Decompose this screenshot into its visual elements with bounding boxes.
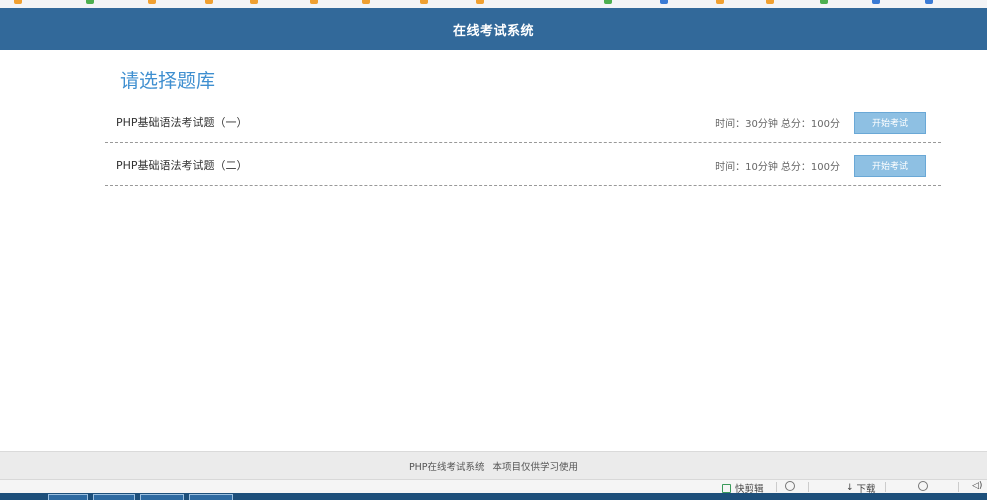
bookmark-icon — [820, 0, 828, 4]
os-taskbar — [0, 493, 987, 500]
bookmark-icon — [86, 0, 94, 4]
download-icon: ↓ — [846, 483, 854, 493]
bookmark-icon — [660, 0, 668, 4]
app-title: 在线考试系统 — [452, 23, 534, 39]
exam-meta: 时间：30分钟 总分：100分 — [712, 115, 840, 130]
bookmark-icon — [925, 0, 933, 4]
exam-row: PHP基础语法考试题（二） 时间：10分钟 总分：100分 开始考试 — [105, 145, 941, 186]
exam-list: PHP基础语法考试题（一） 时间：30分钟 总分：100分 开始考试 PHP基础语… — [105, 102, 941, 186]
bookmark-item[interactable] — [420, 0, 430, 7]
start-exam-button[interactable]: 开始考试 — [854, 155, 926, 177]
bookmark-item[interactable] — [205, 0, 215, 7]
bookmarks-bar — [0, 0, 987, 8]
bookmark-item[interactable] — [872, 0, 882, 7]
bookmark-item[interactable] — [362, 0, 372, 7]
exam-time: 时间：30分钟 — [715, 118, 778, 130]
taskbar-item[interactable] — [189, 494, 233, 500]
status-icon-button[interactable] — [785, 481, 795, 491]
bookmark-icon — [420, 0, 428, 4]
bookmark-item[interactable] — [766, 0, 776, 7]
volume-button[interactable]: ◁) — [972, 481, 982, 491]
bookmark-icon — [14, 0, 22, 4]
exam-name: PHP基础语法考试题（一） — [116, 116, 248, 129]
page-footer: PHP在线考试系统 本项目仅供学习使用 — [0, 451, 987, 480]
bookmark-item[interactable] — [310, 0, 320, 7]
bookmark-item[interactable] — [716, 0, 726, 7]
divider — [808, 482, 809, 492]
exam-score: 总分：100分 — [780, 161, 840, 173]
bookmark-item[interactable] — [14, 0, 24, 7]
status-icon-button[interactable] — [918, 481, 928, 491]
footer-site-name: PHP在线考试系统 — [408, 462, 485, 473]
divider — [958, 482, 959, 492]
bookmark-icon — [310, 0, 318, 4]
browser-statusbar: 快剪辑 ↓ 下载 ◁) — [0, 479, 987, 495]
bookmark-icon — [362, 0, 370, 4]
bookmark-icon — [604, 0, 612, 4]
exam-meta: 时间：10分钟 总分：100分 — [712, 158, 840, 173]
start-exam-button[interactable]: 开始考试 — [854, 112, 926, 134]
refresh-icon — [918, 481, 928, 491]
exam-score: 总分：100分 — [780, 118, 840, 130]
bookmark-item[interactable] — [925, 0, 935, 7]
snip-icon — [722, 483, 731, 493]
taskbar-item[interactable] — [93, 494, 135, 500]
divider — [885, 482, 886, 492]
exam-row: PHP基础语法考试题（一） 时间：30分钟 总分：100分 开始考试 — [105, 102, 941, 143]
taskbar-item[interactable] — [48, 494, 88, 500]
bookmark-item[interactable] — [476, 0, 486, 7]
taskbar-item[interactable] — [140, 494, 184, 500]
bookmark-item[interactable] — [820, 0, 830, 7]
bookmark-item[interactable] — [604, 0, 614, 7]
bookmark-icon — [872, 0, 880, 4]
exam-time: 时间：10分钟 — [715, 161, 778, 173]
bookmark-icon — [250, 0, 258, 4]
bookmark-icon — [766, 0, 774, 4]
bookmark-item[interactable] — [148, 0, 158, 7]
exam-name: PHP基础语法考试题（二） — [116, 159, 248, 172]
refresh-icon — [785, 481, 795, 491]
divider — [776, 482, 777, 492]
bookmark-item[interactable] — [250, 0, 260, 7]
app-header: 在线考试系统 — [0, 8, 987, 50]
bookmark-item[interactable] — [86, 0, 96, 7]
bookmark-icon — [205, 0, 213, 4]
bookmark-item[interactable] — [660, 0, 670, 7]
page-heading: 请选择题库 — [120, 70, 216, 92]
bookmark-icon — [148, 0, 156, 4]
volume-icon: ◁) — [972, 481, 983, 491]
bookmark-icon — [476, 0, 484, 4]
bookmark-icon — [716, 0, 724, 4]
footer-notice: 本项目仅供学习使用 — [492, 462, 579, 473]
